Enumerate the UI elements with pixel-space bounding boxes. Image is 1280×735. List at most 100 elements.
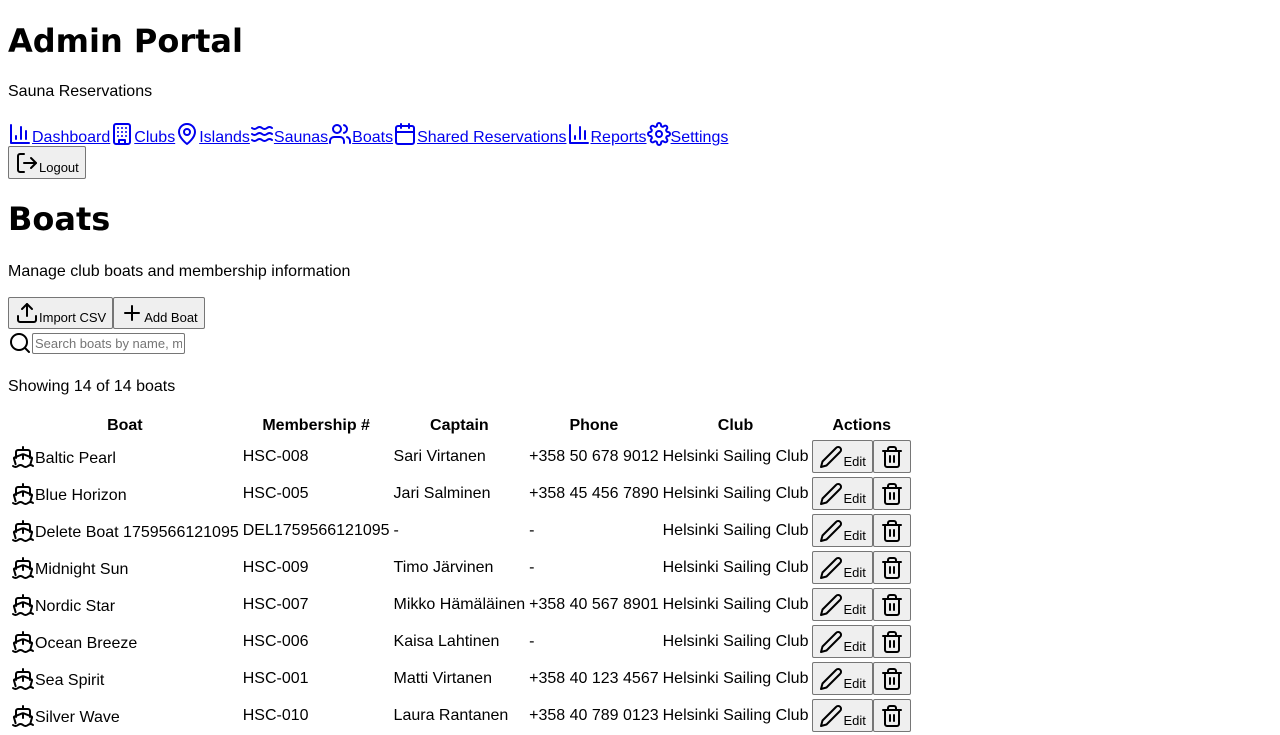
nav-islands[interactable]: Islands [175, 122, 250, 148]
main-nav: Dashboard Clubs Islands Saunas Boats Sha… [8, 118, 728, 148]
cell-membership: DEL1759566121095 [242, 521, 390, 539]
cell-club: Helsinki Sailing Club [662, 595, 809, 613]
column-header-club: Club [717, 417, 754, 434]
table-row: Blue Horizon HSC-005 Jari Salminen +358 45 … [10, 476, 912, 511]
cell-actions: Edit [811, 550, 911, 585]
ship-icon [12, 630, 34, 653]
cell-club: Helsinki Sailing Club [662, 706, 809, 724]
cell-captain: Timo Järvinen [393, 558, 494, 576]
delete-button[interactable] [872, 551, 911, 584]
nav-shared-reservations[interactable]: Shared Reservations [393, 122, 567, 148]
nav-label: Reports [590, 129, 647, 146]
edit-label: Edit [843, 713, 866, 728]
trash-icon [881, 446, 902, 468]
cell-boat: Ocean Breeze [10, 624, 240, 659]
edit-button[interactable]: Edit [812, 662, 873, 695]
import-csv-button[interactable]: Import CSV [8, 297, 114, 329]
boats-table: Boat Membership # Captain Phone Club Act… [8, 413, 914, 735]
table-row: Silver Wave HSC-010 Laura Rantanen +358 40 … [10, 698, 912, 733]
table-row: Ocean Breeze HSC-006 Kaisa Lahtinen - Helsin… [10, 624, 912, 659]
cell-phone: +358 45 456 7890 [529, 484, 659, 502]
nav-label: Clubs [134, 129, 176, 146]
delete-button[interactable] [872, 662, 911, 695]
edit-label: Edit [843, 602, 866, 617]
edit-button[interactable]: Edit [812, 440, 873, 473]
ship-icon [12, 519, 34, 542]
cell-phone: - [529, 558, 535, 576]
trash-icon [881, 483, 902, 505]
cell-boat: Midnight Sun [10, 550, 240, 585]
boat-name: Nordic Star [35, 597, 116, 615]
delete-button[interactable] [872, 699, 911, 732]
add-boat-button[interactable]: Add Boat [113, 297, 205, 329]
plus-icon [124, 305, 141, 321]
cell-actions: Edit [811, 624, 911, 659]
edit-label: Edit [843, 491, 866, 506]
nav-label: Islands [199, 129, 250, 146]
app-subtitle: Sauna Reservations [8, 83, 153, 100]
delete-button[interactable] [872, 440, 911, 473]
page-title: Boats [8, 200, 111, 238]
boat-name: Silver Wave [35, 708, 120, 726]
boat-name: Sea Spirit [35, 671, 105, 689]
cell-actions: Edit [811, 439, 911, 474]
edit-button[interactable]: Edit [812, 588, 873, 621]
edit-label: Edit [843, 639, 866, 654]
edit-button[interactable]: Edit [812, 551, 873, 584]
cell-club: Helsinki Sailing Club [662, 669, 809, 687]
edit-button[interactable]: Edit [812, 514, 873, 547]
cell-boat: Sea Spirit [10, 661, 240, 696]
ship-icon [12, 482, 34, 505]
cell-phone: - [529, 632, 535, 650]
delete-button[interactable] [872, 514, 911, 547]
boat-name: Baltic Pearl [35, 449, 116, 467]
boat-name: Blue Horizon [35, 486, 127, 504]
cell-captain: Jari Salminen [393, 484, 491, 502]
cell-phone: +358 40 123 4567 [529, 669, 659, 687]
upload-icon [17, 303, 37, 323]
logout-button[interactable]: Logout [8, 146, 86, 179]
nav-settings[interactable]: Settings [646, 122, 729, 148]
nav-clubs[interactable]: Clubs [110, 122, 175, 148]
table-row: Baltic Pearl HSC-008 Sari Virtanen +358 50 … [10, 439, 912, 474]
nav-boats[interactable]: Boats [328, 122, 393, 148]
edit-button[interactable]: Edit [812, 625, 873, 658]
users-icon [329, 124, 352, 144]
search-input[interactable] [32, 333, 185, 354]
table-row: Sea Spirit HSC-001 Matti Virtanen +358 40 1… [10, 661, 912, 696]
delete-button[interactable] [872, 477, 911, 510]
bar-chart-icon [568, 124, 589, 144]
delete-button[interactable] [872, 625, 911, 658]
cell-club: Helsinki Sailing Club [662, 632, 809, 650]
cell-boat: Blue Horizon [10, 476, 240, 511]
cell-actions: Edit [811, 698, 911, 733]
map-pin-icon [178, 123, 197, 145]
pencil-icon [820, 557, 843, 579]
nav-label: Dashboard [32, 129, 111, 146]
cell-membership: HSC-006 [242, 632, 309, 650]
edit-button[interactable]: Edit [812, 477, 873, 510]
calendar-icon [395, 123, 416, 145]
edit-button[interactable]: Edit [812, 699, 873, 732]
ship-icon [12, 667, 34, 690]
bar-chart-icon [10, 124, 30, 144]
search-bar [8, 331, 185, 355]
delete-button[interactable] [872, 588, 911, 621]
nav-saunas[interactable]: Saunas [250, 122, 328, 148]
boat-name: Ocean Breeze [35, 634, 138, 652]
nav-reports[interactable]: Reports [567, 122, 647, 148]
cell-actions: Edit [811, 476, 911, 511]
cell-phone: +358 40 567 8901 [529, 595, 659, 613]
nav-label: Settings [670, 129, 729, 146]
nav-dashboard[interactable]: Dashboard [8, 122, 110, 148]
toolbar: Import CSV Add Boat [8, 297, 205, 329]
cell-captain: Laura Rantanen [393, 706, 509, 724]
column-header-phone: Phone [569, 417, 619, 434]
cell-club: Helsinki Sailing Club [662, 558, 809, 576]
cell-captain: Mikko Hämäläinen [393, 595, 526, 613]
cell-captain: - [393, 521, 399, 539]
import-csv-label: Import CSV [39, 310, 107, 325]
pencil-icon [820, 668, 843, 690]
building-icon [113, 123, 132, 145]
trash-icon [881, 705, 902, 727]
